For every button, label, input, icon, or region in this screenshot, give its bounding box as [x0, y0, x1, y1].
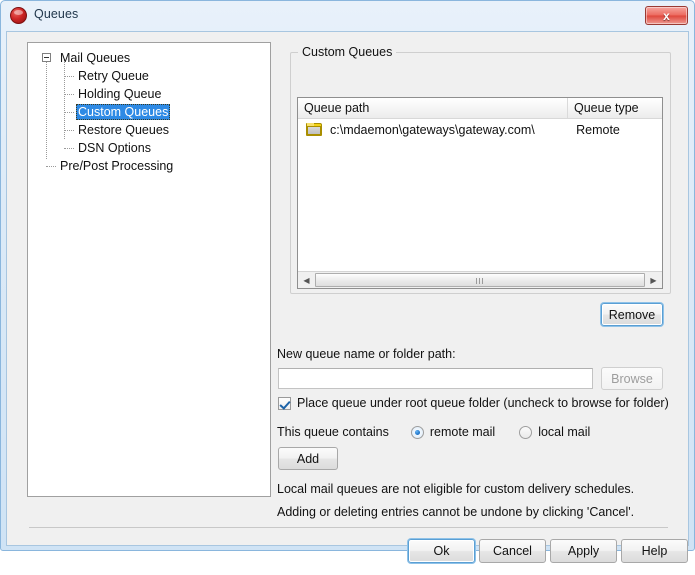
- tree-node-dsn-options[interactable]: DSN Options: [28, 139, 270, 157]
- queues-tree[interactable]: Mail Queues Retry Queue Holding Queue Cu…: [27, 42, 271, 497]
- tree-node-custom-queues[interactable]: Custom Queues: [28, 103, 270, 121]
- radio-remote-mail[interactable]: remote mail: [410, 425, 496, 439]
- horizontal-scrollbar[interactable]: ◀ ▶: [298, 271, 662, 288]
- queue-contains-row: This queue contains remote mail local ma…: [277, 425, 590, 439]
- tree-branch-line: [64, 130, 74, 131]
- close-button[interactable]: x: [645, 6, 688, 25]
- scroll-left-arrow-icon[interactable]: ◀: [298, 272, 315, 288]
- tree-branch-line: [64, 112, 74, 113]
- cancel-button[interactable]: Cancel: [479, 539, 546, 563]
- tree-node-restore-queues[interactable]: Restore Queues: [28, 121, 270, 139]
- tree-node-label-selected: Custom Queues: [76, 104, 171, 120]
- scrollbar-track[interactable]: [315, 272, 645, 288]
- scrollbar-thumb[interactable]: [315, 273, 645, 287]
- apply-button[interactable]: Apply: [550, 539, 617, 563]
- tree-node-pre-post-processing[interactable]: Pre/Post Processing: [28, 157, 270, 175]
- queue-contains-label: This queue contains: [277, 425, 389, 439]
- radio-local-mail-label: local mail: [538, 425, 591, 439]
- radio-remote-mail-indicator[interactable]: [410, 425, 424, 439]
- custom-queues-groupbox-title: Custom Queues: [298, 45, 397, 59]
- ok-button[interactable]: Ok: [408, 539, 475, 563]
- cell-queue-path: c:\mdaemon\gateways\gateway.com\: [330, 122, 535, 137]
- help-button[interactable]: Help: [621, 539, 688, 563]
- cell-queue-type: Remote: [576, 122, 620, 137]
- table-row[interactable]: c:\mdaemon\gateways\gateway.com\ Remote: [298, 119, 662, 140]
- place-under-root-checkbox-row[interactable]: Place queue under root queue folder (unc…: [278, 396, 669, 410]
- radio-local-mail[interactable]: local mail: [519, 425, 590, 439]
- close-icon: x: [663, 8, 670, 23]
- note-local-mail-schedules: Local mail queues are not eligible for c…: [277, 482, 635, 496]
- tree-node-mail-queues[interactable]: Mail Queues: [28, 49, 270, 67]
- tree-branch-line: [46, 166, 56, 167]
- column-header-queue-type[interactable]: Queue type: [568, 98, 662, 118]
- new-queue-label: New queue name or folder path:: [277, 347, 456, 361]
- tree-node-label: DSN Options: [78, 141, 151, 155]
- tree-node-retry-queue[interactable]: Retry Queue: [28, 67, 270, 85]
- mdaemon-icon: [10, 7, 27, 24]
- browse-button[interactable]: Browse: [601, 367, 663, 390]
- queues-dialog-window: Queues x Mail Queues Retry Queue Holding…: [0, 0, 695, 563]
- radio-remote-mail-label: remote mail: [429, 425, 496, 439]
- title-bar: Queues x: [1, 1, 694, 31]
- column-header-queue-path[interactable]: Queue path: [298, 98, 568, 118]
- radio-local-mail-indicator[interactable]: [519, 425, 533, 439]
- list-header-row: Queue path Queue type: [298, 98, 662, 119]
- tree-node-label: Mail Queues: [60, 51, 131, 65]
- add-button[interactable]: Add: [278, 447, 338, 470]
- dialog-client-area: Mail Queues Retry Queue Holding Queue Cu…: [6, 31, 689, 563]
- tree-node-label: Pre/Post Processing: [60, 159, 174, 173]
- scroll-right-arrow-icon[interactable]: ▶: [645, 272, 662, 288]
- note-undo-warning: Adding or deleting entries cannot be und…: [277, 505, 635, 519]
- place-under-root-label: Place queue under root queue folder (unc…: [297, 396, 669, 410]
- tree-branch-line: [64, 76, 74, 77]
- place-under-root-checkbox[interactable]: [278, 396, 291, 410]
- remove-button[interactable]: Remove: [601, 303, 663, 326]
- tree-branch-line: [64, 94, 74, 95]
- folder-icon: [306, 123, 322, 136]
- expander-collapse-icon[interactable]: [42, 53, 51, 62]
- tree-node-label: Holding Queue: [78, 87, 162, 101]
- tree-node-label: Retry Queue: [78, 69, 149, 83]
- window-title: Queues: [34, 7, 79, 21]
- new-queue-input[interactable]: [278, 368, 593, 389]
- tree-node-label: Restore Queues: [78, 123, 170, 137]
- custom-queues-list[interactable]: Queue path Queue type c:\mdaemon\gateway…: [297, 97, 663, 289]
- dialog-button-bar: Ok Cancel Apply Help: [7, 528, 688, 575]
- tree-branch-line: [64, 148, 74, 149]
- tree-node-holding-queue[interactable]: Holding Queue: [28, 85, 270, 103]
